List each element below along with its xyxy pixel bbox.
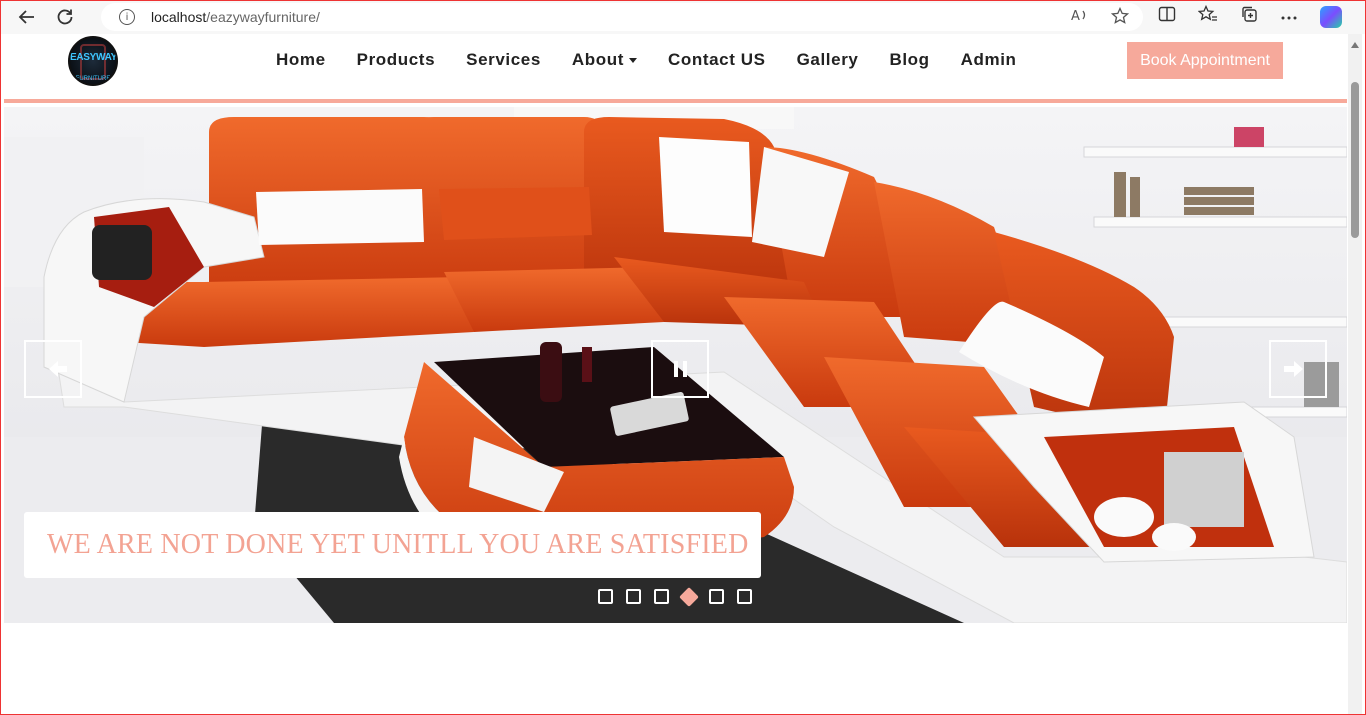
address-bar[interactable]: i localhost/eazywayfurniture/ A — [101, 3, 1143, 31]
arrow-right-icon — [1283, 361, 1303, 377]
split-screen-icon[interactable] — [1158, 6, 1176, 27]
url-host: localhost — [151, 9, 207, 25]
slider-next-button[interactable] — [1269, 340, 1327, 398]
nav-blog[interactable]: Blog — [889, 49, 929, 71]
page-scrollbar[interactable] — [1348, 34, 1362, 715]
slide-caption: WE ARE NOT DONE YET UNITLL YOU ARE SATIS… — [24, 512, 761, 578]
browser-toolbar: i localhost/eazywayfurniture/ A — [0, 0, 1366, 34]
site-header: EASYWAY FURNITURE Home Products Services… — [4, 34, 1347, 103]
logo-text: EASYWAY — [70, 52, 117, 63]
slider-dot-active[interactable] — [679, 586, 699, 607]
nav-services[interactable]: Services — [466, 49, 541, 71]
reload-icon[interactable] — [48, 2, 82, 32]
favorites-icon[interactable] — [1197, 4, 1218, 28]
svg-text:A: A — [1071, 9, 1080, 23]
copilot-icon[interactable] — [1320, 5, 1342, 28]
pause-icon — [673, 361, 687, 377]
web-page: EASYWAY FURNITURE Home Products Services… — [4, 34, 1347, 715]
more-menu-icon[interactable] — [1280, 8, 1298, 26]
slider-dot[interactable] — [626, 589, 641, 604]
nav-contact[interactable]: Contact US — [668, 49, 766, 71]
nav-admin[interactable]: Admin — [961, 49, 1017, 71]
slider-dot[interactable] — [598, 589, 613, 604]
arrow-left-icon — [48, 361, 67, 377]
favorite-star-icon[interactable] — [1110, 6, 1130, 30]
slider-prev-button[interactable] — [24, 340, 82, 398]
nav-products[interactable]: Products — [357, 49, 435, 71]
slider-pause-button[interactable] — [651, 340, 709, 398]
slide-caption-text: WE ARE NOT DONE YET UNITLL YOU ARE SATIS… — [47, 529, 749, 560]
url-path: /eazywayfurniture/ — [206, 9, 320, 25]
main-nav: Home Products Services About Contact US … — [276, 49, 1048, 71]
site-info-icon[interactable]: i — [119, 9, 135, 25]
slider-dot[interactable] — [709, 589, 724, 604]
scrollbar-thumb[interactable] — [1351, 82, 1359, 238]
logo-subtext: FURNITURE — [75, 76, 111, 82]
scroll-up-icon[interactable] — [1351, 42, 1359, 48]
hero-slider: WE ARE NOT DONE YET UNITLL YOU ARE SATIS… — [4, 107, 1347, 623]
slider-indicators — [598, 586, 752, 607]
site-logo[interactable]: EASYWAY FURNITURE — [68, 36, 118, 86]
book-appointment-button[interactable]: Book Appointment — [1127, 42, 1283, 79]
slider-dot[interactable] — [737, 589, 752, 604]
collections-icon[interactable] — [1240, 5, 1258, 28]
read-aloud-icon[interactable]: A — [1071, 7, 1089, 30]
slider-dot[interactable] — [654, 589, 669, 604]
nav-home[interactable]: Home — [276, 49, 326, 71]
nav-about-dropdown[interactable]: About — [572, 49, 637, 71]
url-text: localhost/eazywayfurniture/ — [151, 9, 320, 25]
nav-gallery[interactable]: Gallery — [797, 49, 859, 71]
back-icon[interactable] — [10, 2, 44, 32]
